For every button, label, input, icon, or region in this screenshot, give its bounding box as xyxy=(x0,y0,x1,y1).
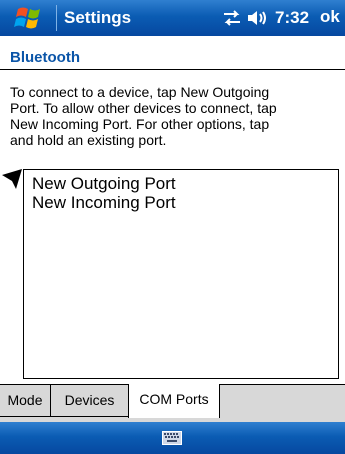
page-title: Bluetooth xyxy=(10,49,80,66)
ok-button[interactable]: ok xyxy=(316,6,345,30)
instructions-line: New Incoming Port. For other options, ta… xyxy=(10,116,270,132)
tab-com-ports[interactable]: COM Ports xyxy=(128,384,220,418)
page-header: Bluetooth xyxy=(0,40,345,70)
windows-flag-icon[interactable] xyxy=(12,3,50,33)
instructions-line: To connect to a device, tap New Outgoing xyxy=(10,84,270,100)
list-item-new-incoming-port[interactable]: New Incoming Port xyxy=(32,193,176,213)
tab-devices[interactable]: Devices xyxy=(51,385,129,417)
instructions-line: Port. To allow other devices to connect,… xyxy=(10,100,277,116)
volume-icon[interactable] xyxy=(246,8,268,28)
instructions-text: To connect to a device, tap New Outgoing… xyxy=(10,84,340,148)
menu-bar xyxy=(0,422,345,454)
app-title: Settings xyxy=(64,8,132,27)
title-separator xyxy=(56,5,57,31)
tab-mode[interactable]: Mode xyxy=(0,385,51,417)
ports-list[interactable]: New Outgoing Port New Incoming Port xyxy=(23,169,339,379)
instructions-line: and hold an existing port. xyxy=(10,132,167,148)
clock[interactable]: 7:32 xyxy=(275,8,309,28)
taskbar: Settings 7:32 ok xyxy=(0,0,345,36)
list-item-new-outgoing-port[interactable]: New Outgoing Port xyxy=(32,174,176,194)
connectivity-icon[interactable] xyxy=(222,9,242,27)
tab-bar: Mode Devices COM Ports xyxy=(0,384,345,422)
keyboard-icon[interactable] xyxy=(162,431,182,445)
pointer-arrow-icon xyxy=(0,169,22,191)
